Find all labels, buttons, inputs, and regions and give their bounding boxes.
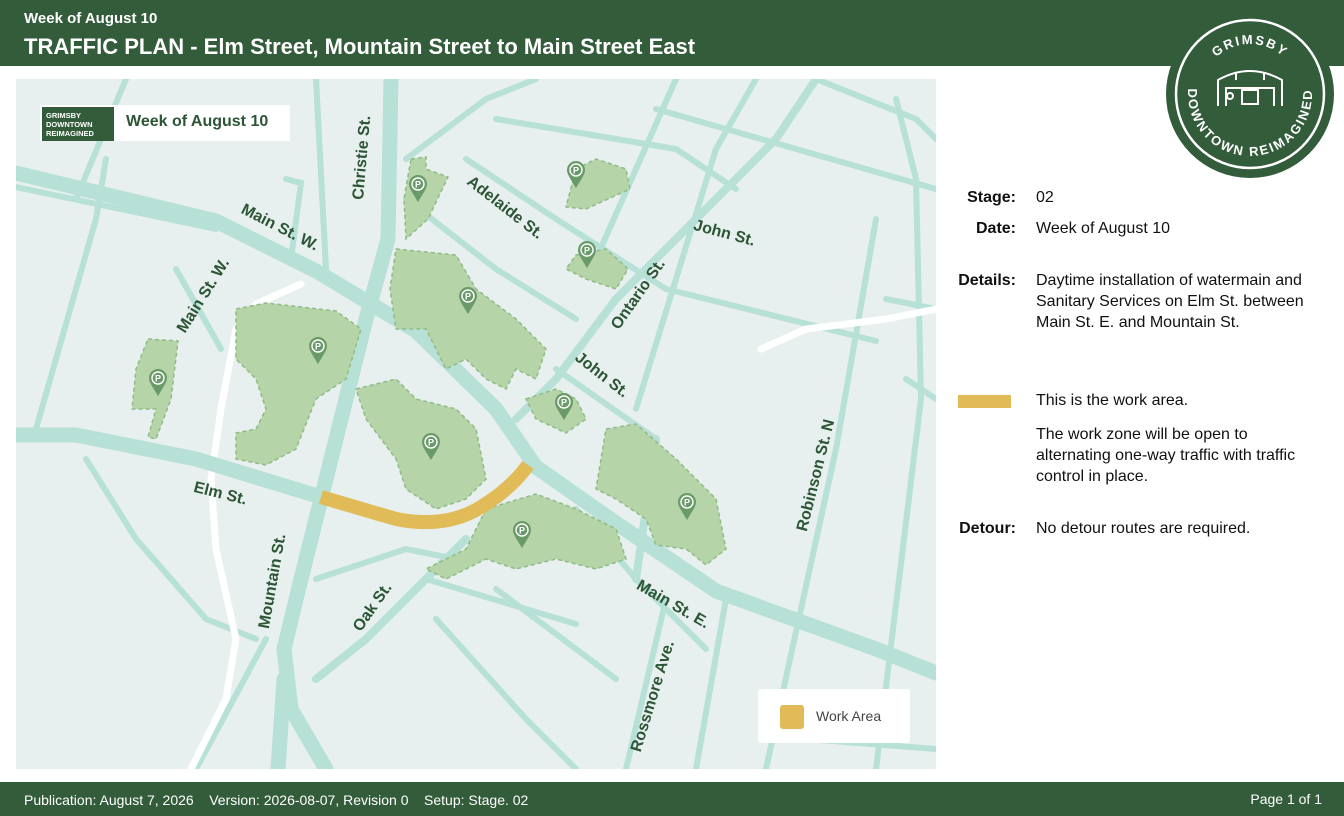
svg-text:P: P [315,342,321,352]
work-zone-text: The work zone will be open to alternatin… [1036,426,1296,485]
parking-pin-icon: P [512,521,532,549]
svg-text:P: P [415,180,421,190]
grimsby-downtown-reimagined-logo: GRIMSBY DOWNTOWN REIMAGINED [1166,10,1334,178]
svg-text:P: P [428,438,434,448]
page-number: Page 1 of 1 [1250,791,1322,807]
parking-pin-icon: P [577,241,597,269]
header-week: Week of August 10 [24,10,158,27]
legend-label: Work Area [816,708,882,724]
header-bar: Week of August 10 TRAFFIC PLAN - Elm Str… [0,0,1344,66]
parking-pin-icon: P [458,287,478,315]
work-area-text: This is the work area. [1036,392,1189,409]
map-legend: Work Area [758,689,910,743]
traffic-map: P P P P P P P P P P Christie St. Main St… [16,79,936,769]
parking-pin-icon: P [566,161,586,189]
legend-swatch [780,705,804,729]
footer-bar: Publication: August 7, 2026 Version: 202… [0,782,1344,816]
logo-seal-icon: GRIMSBY DOWNTOWN REIMAGINED [1174,18,1326,170]
parking-pin-icon: P [421,433,441,461]
svg-text:P: P [561,398,567,408]
footer-publication-info: Publication: August 7, 2026 Version: 202… [24,792,529,808]
parking-pin-icon: P [554,393,574,421]
parking-pin-icon: P [308,337,328,365]
date-value: Week of August 10 [1036,220,1171,237]
detour-label: Detour: [959,520,1016,537]
svg-text:P: P [684,498,690,508]
svg-text:P: P [584,246,590,256]
map-banner: GRIMSBY DOWNTOWN REIMAGINED Week of Augu… [40,105,290,141]
logo-text-bottom: DOWNTOWN REIMAGINED [1185,88,1315,159]
svg-text:P: P [155,374,161,384]
parking-pin-icon: P [148,369,168,397]
details-label: Details: [958,272,1016,289]
work-area-swatch [958,395,1011,408]
banner-logo: GRIMSBY DOWNTOWN REIMAGINED [42,107,114,141]
svg-text:P: P [573,166,579,176]
stage-label: Stage: [967,189,1016,206]
date-label: Date: [975,220,1016,237]
banner-title: Week of August 10 [126,113,269,130]
parking-pin-icon: P [677,493,697,521]
svg-text:P: P [465,292,471,302]
details-value: Daytime installation of watermain and Sa… [1036,272,1304,331]
page-title: TRAFFIC PLAN - Elm Street, Mountain Stre… [24,34,696,59]
logo-text-top: GRIMSBY [1209,32,1292,60]
detour-value: No detour routes are required. [1036,520,1251,537]
stage-value: 02 [1036,189,1054,206]
parking-pin-icon: P [408,175,428,203]
svg-text:P: P [519,526,525,536]
